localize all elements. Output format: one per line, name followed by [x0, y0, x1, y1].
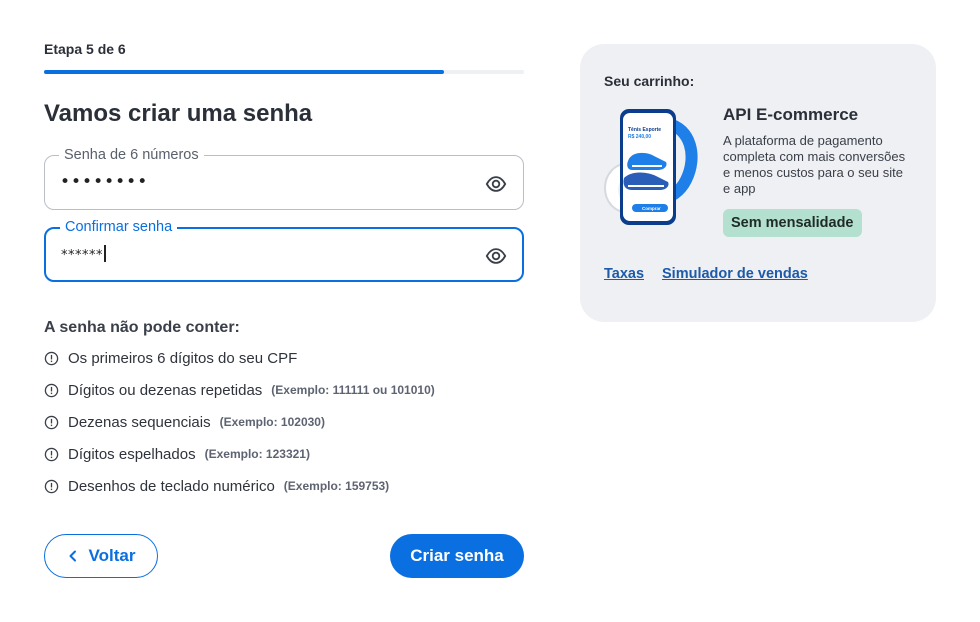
info-icon — [44, 383, 59, 397]
step-indicator: Etapa 5 de 6 — [44, 41, 126, 57]
rule-example: (Exemplo: 102030) — [219, 415, 325, 429]
confirm-password-field-label: Confirmar senha — [60, 218, 178, 236]
product-image-price: R$ 240,00 — [628, 134, 651, 140]
password-field-label: Senha de 6 números — [59, 146, 204, 164]
rule-text: Dígitos ou dezenas repetidas — [68, 381, 263, 399]
create-password-button-label: Criar senha — [410, 546, 504, 565]
sales-simulator-link[interactable]: Simulador de vendas — [662, 266, 808, 282]
rule-example: (Exemplo: 159753) — [283, 479, 390, 493]
password-field[interactable]: Senha de 6 números •••••••• — [44, 146, 524, 210]
fees-link[interactable]: Taxas — [604, 266, 644, 282]
cart-title: Seu carrinho: — [604, 73, 695, 89]
rule-item: Dígitos espelhados (Exemplo: 123321) — [44, 444, 310, 464]
rule-text: Desenhos de teclado numérico — [68, 477, 275, 495]
confirm-password-field-value: ****** — [61, 248, 103, 263]
eye-icon[interactable] — [485, 245, 507, 267]
product-description: A plataforma de pagamento completa com m… — [723, 133, 906, 196]
cart-card: Seu carrinho: Tênis Esporte R$ 240,00 Co… — [580, 44, 936, 322]
info-icon — [44, 351, 59, 365]
back-button-label: Voltar — [88, 546, 136, 565]
chevron-left-icon — [69, 550, 76, 562]
create-password-button[interactable]: Criar senha — [390, 534, 524, 578]
rules-title: A senha não pode conter: — [44, 319, 240, 336]
product-image-title: Tênis Esporte — [628, 127, 661, 133]
rule-item: Os primeiros 6 dígitos do seu CPF — [44, 348, 297, 368]
rule-example: (Exemplo: 123321) — [204, 447, 310, 461]
product-image-cta: Comprar — [642, 206, 661, 211]
eye-icon[interactable] — [485, 173, 507, 195]
back-button[interactable]: Voltar — [44, 534, 158, 578]
no-monthly-fee-badge: Sem mensalidade — [723, 209, 862, 237]
progress-bar — [44, 70, 524, 74]
rule-item: Desenhos de teclado numérico (Exemplo: 1… — [44, 476, 389, 496]
rule-text: Dezenas sequenciais — [68, 413, 211, 431]
info-icon — [44, 447, 59, 461]
rule-item: Dezenas sequenciais (Exemplo: 102030) — [44, 412, 325, 432]
rule-example: (Exemplo: 111111 ou 101010) — [271, 383, 435, 397]
text-caret — [104, 245, 106, 262]
product-image: Tênis Esporte R$ 240,00 Comprar — [604, 109, 698, 225]
info-icon — [44, 479, 59, 493]
page-title: Vamos criar uma senha — [44, 100, 313, 127]
progress-bar-fill — [44, 70, 444, 74]
confirm-password-field-value-wrap: ****** — [61, 245, 106, 263]
password-field-value: •••••••• — [60, 172, 149, 192]
rule-text: Dígitos espelhados — [68, 445, 196, 463]
confirm-password-field[interactable]: Confirmar senha ****** — [44, 218, 524, 282]
rule-item: Dígitos ou dezenas repetidas (Exemplo: 1… — [44, 380, 435, 400]
rule-text: Os primeiros 6 dígitos do seu CPF — [68, 349, 298, 367]
product-name: API E-commerce — [723, 105, 859, 124]
info-icon — [44, 415, 59, 429]
